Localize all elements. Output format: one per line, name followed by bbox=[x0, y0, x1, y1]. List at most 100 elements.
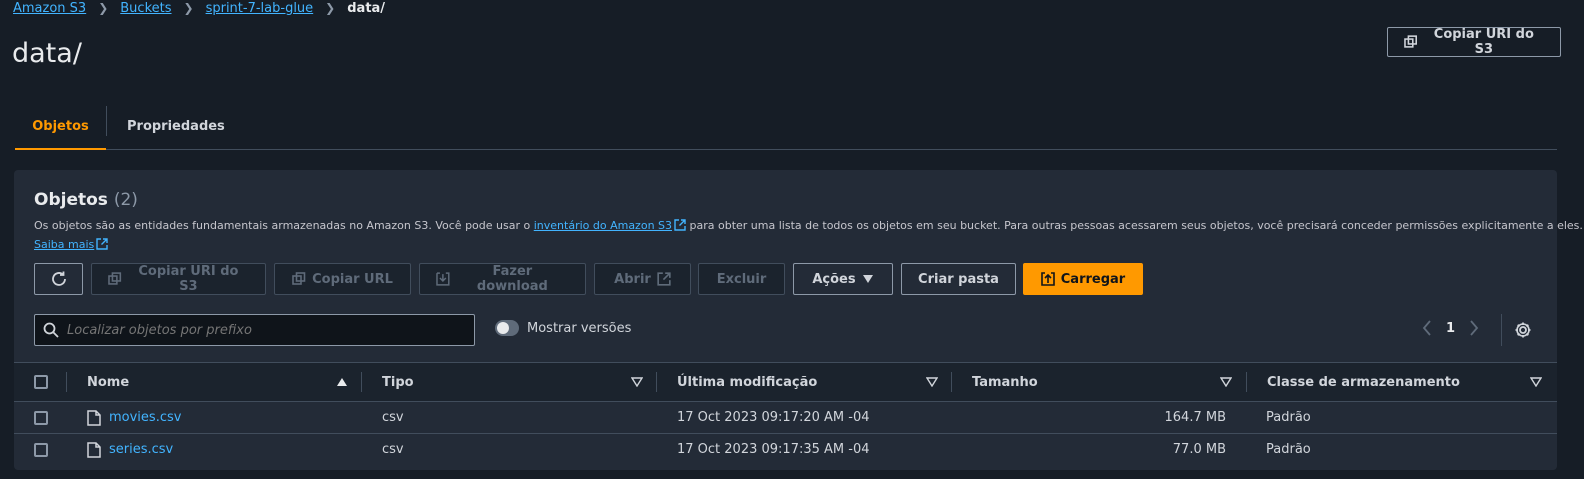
refresh-icon bbox=[51, 271, 66, 286]
toggle-switch[interactable] bbox=[495, 320, 519, 336]
copy-s3-uri-label: Copiar URI do S3 bbox=[1433, 27, 1534, 57]
upload-button[interactable]: Carregar bbox=[1023, 263, 1143, 295]
pagination-divider bbox=[1501, 314, 1502, 346]
last-modified-cell: 17 Oct 2023 09:17:20 AM -04 bbox=[677, 410, 870, 425]
column-header-size[interactable]: Tamanho bbox=[972, 363, 1038, 401]
open-button[interactable]: Abrir bbox=[594, 263, 691, 295]
column-divider bbox=[1246, 372, 1247, 392]
chevron-right-icon[interactable] bbox=[1469, 320, 1479, 336]
copy-icon bbox=[108, 272, 122, 285]
external-link-icon bbox=[657, 272, 671, 286]
description-text-before: Os objetos são as entidades fundamentais… bbox=[34, 219, 531, 232]
chevron-right-icon: ❯ bbox=[325, 1, 336, 15]
actions-label: Ações bbox=[812, 271, 856, 287]
breadcrumb-amazon-s3[interactable]: Amazon S3 bbox=[13, 1, 86, 16]
delete-button[interactable]: Excluir bbox=[698, 263, 785, 295]
sort-icon[interactable] bbox=[631, 377, 643, 387]
storage-class-cell: Padrão bbox=[1266, 442, 1311, 457]
learn-more-link[interactable]: Saiba mais bbox=[34, 238, 108, 251]
name-cell: movies.csv bbox=[87, 402, 181, 433]
create-folder-button[interactable]: Criar pasta bbox=[901, 263, 1016, 295]
copy-s3-uri-button[interactable]: Copiar URI do S3 bbox=[1387, 27, 1561, 57]
sort-icon[interactable] bbox=[1530, 377, 1542, 387]
table-row: series.csv csv 17 Oct 2023 09:17:35 AM -… bbox=[14, 434, 1557, 466]
tab-bar: Objetos Propriedades bbox=[15, 104, 1557, 150]
column-header-storage-class[interactable]: Classe de armazenamento bbox=[1267, 363, 1460, 401]
objects-panel-title: Objetos (2) bbox=[34, 190, 138, 210]
search-input[interactable] bbox=[67, 322, 457, 338]
pagination: 1 bbox=[1422, 320, 1479, 336]
upload-icon bbox=[1040, 272, 1055, 286]
row-select-cell bbox=[34, 434, 48, 465]
column-header-name[interactable]: Nome bbox=[87, 363, 129, 401]
copy-s3-uri-toolbar-label: Copiar URI do S3 bbox=[138, 264, 239, 294]
toggle-knob bbox=[497, 322, 509, 334]
column-divider bbox=[656, 372, 657, 392]
select-all-cell bbox=[34, 363, 48, 401]
file-name-link[interactable]: movies.csv bbox=[109, 410, 181, 425]
show-versions-toggle[interactable]: Mostrar versões bbox=[495, 320, 631, 336]
breadcrumb-bucket[interactable]: sprint-7-lab-glue bbox=[206, 1, 314, 16]
objects-count: (2) bbox=[113, 190, 138, 210]
search-icon bbox=[43, 322, 59, 338]
objects-panel: Objetos (2) Os objetos são as entidades … bbox=[14, 170, 1583, 470]
copy-icon bbox=[1404, 35, 1418, 48]
caret-down-icon bbox=[862, 275, 873, 283]
file-icon bbox=[87, 409, 101, 426]
copy-s3-uri-toolbar-button[interactable]: Copiar URI do S3 bbox=[91, 263, 266, 295]
gear-icon[interactable] bbox=[1514, 321, 1532, 339]
column-header-type[interactable]: Tipo bbox=[382, 363, 414, 401]
objects-table: Nome Tipo Última modificação Tamanho Cla… bbox=[14, 362, 1557, 466]
search-box bbox=[34, 314, 475, 346]
select-all-checkbox[interactable] bbox=[34, 375, 48, 389]
type-cell: csv bbox=[382, 442, 404, 457]
type-cell: csv bbox=[382, 410, 404, 425]
chevron-right-icon: ❯ bbox=[183, 1, 194, 15]
external-link-icon bbox=[96, 238, 108, 250]
row-checkbox[interactable] bbox=[34, 442, 48, 457]
breadcrumb-buckets[interactable]: Buckets bbox=[120, 1, 171, 16]
column-divider bbox=[66, 372, 67, 392]
copy-url-button[interactable]: Copiar URL bbox=[274, 263, 411, 295]
current-page[interactable]: 1 bbox=[1446, 321, 1455, 336]
column-divider bbox=[951, 372, 952, 392]
open-label: Abrir bbox=[614, 271, 651, 287]
copy-url-label: Copiar URL bbox=[312, 271, 393, 287]
breadcrumb-current: data/ bbox=[347, 0, 386, 16]
objects-description: Os objetos são as entidades fundamentais… bbox=[34, 219, 1583, 232]
page-title: data/ bbox=[12, 38, 82, 69]
column-divider bbox=[361, 372, 362, 392]
chevron-left-icon[interactable] bbox=[1422, 320, 1432, 336]
name-cell: series.csv bbox=[87, 434, 173, 465]
file-icon bbox=[87, 441, 101, 458]
tab-objects[interactable]: Objetos bbox=[15, 104, 106, 150]
upload-label: Carregar bbox=[1060, 271, 1126, 287]
last-modified-cell: 17 Oct 2023 09:17:35 AM -04 bbox=[677, 442, 870, 457]
sort-icon[interactable] bbox=[926, 377, 938, 387]
objects-title: Objetos bbox=[34, 190, 108, 210]
size-cell: 164.7 MB bbox=[1164, 410, 1226, 425]
row-checkbox[interactable] bbox=[34, 410, 48, 425]
refresh-button[interactable] bbox=[34, 263, 83, 295]
file-name-link[interactable]: series.csv bbox=[109, 442, 173, 457]
download-button[interactable]: Fazer download bbox=[419, 263, 586, 295]
actions-dropdown-button[interactable]: Ações bbox=[793, 263, 893, 295]
chevron-right-icon: ❯ bbox=[98, 1, 109, 15]
sort-ascending-icon[interactable] bbox=[336, 377, 348, 387]
table-row: movies.csv csv 17 Oct 2023 09:17:20 AM -… bbox=[14, 402, 1557, 434]
storage-class-cell: Padrão bbox=[1266, 410, 1311, 425]
table-header: Nome Tipo Última modificação Tamanho Cla… bbox=[14, 362, 1557, 402]
download-label: Fazer download bbox=[476, 264, 548, 294]
size-cell: 77.0 MB bbox=[1172, 442, 1226, 457]
tab-properties[interactable]: Propriedades bbox=[107, 104, 245, 149]
description-text-after: para obter uma lista de todos os objetos… bbox=[689, 219, 1583, 232]
inventory-link[interactable]: inventário do Amazon S3 bbox=[534, 219, 686, 232]
download-icon bbox=[436, 272, 450, 286]
learn-more-label: Saiba mais bbox=[34, 238, 95, 251]
sort-icon[interactable] bbox=[1220, 377, 1232, 387]
create-folder-label: Criar pasta bbox=[918, 271, 999, 287]
column-header-last-modified[interactable]: Última modificação bbox=[677, 363, 817, 401]
show-versions-label: Mostrar versões bbox=[527, 320, 632, 336]
copy-icon bbox=[292, 272, 306, 285]
external-link-icon bbox=[674, 219, 686, 231]
